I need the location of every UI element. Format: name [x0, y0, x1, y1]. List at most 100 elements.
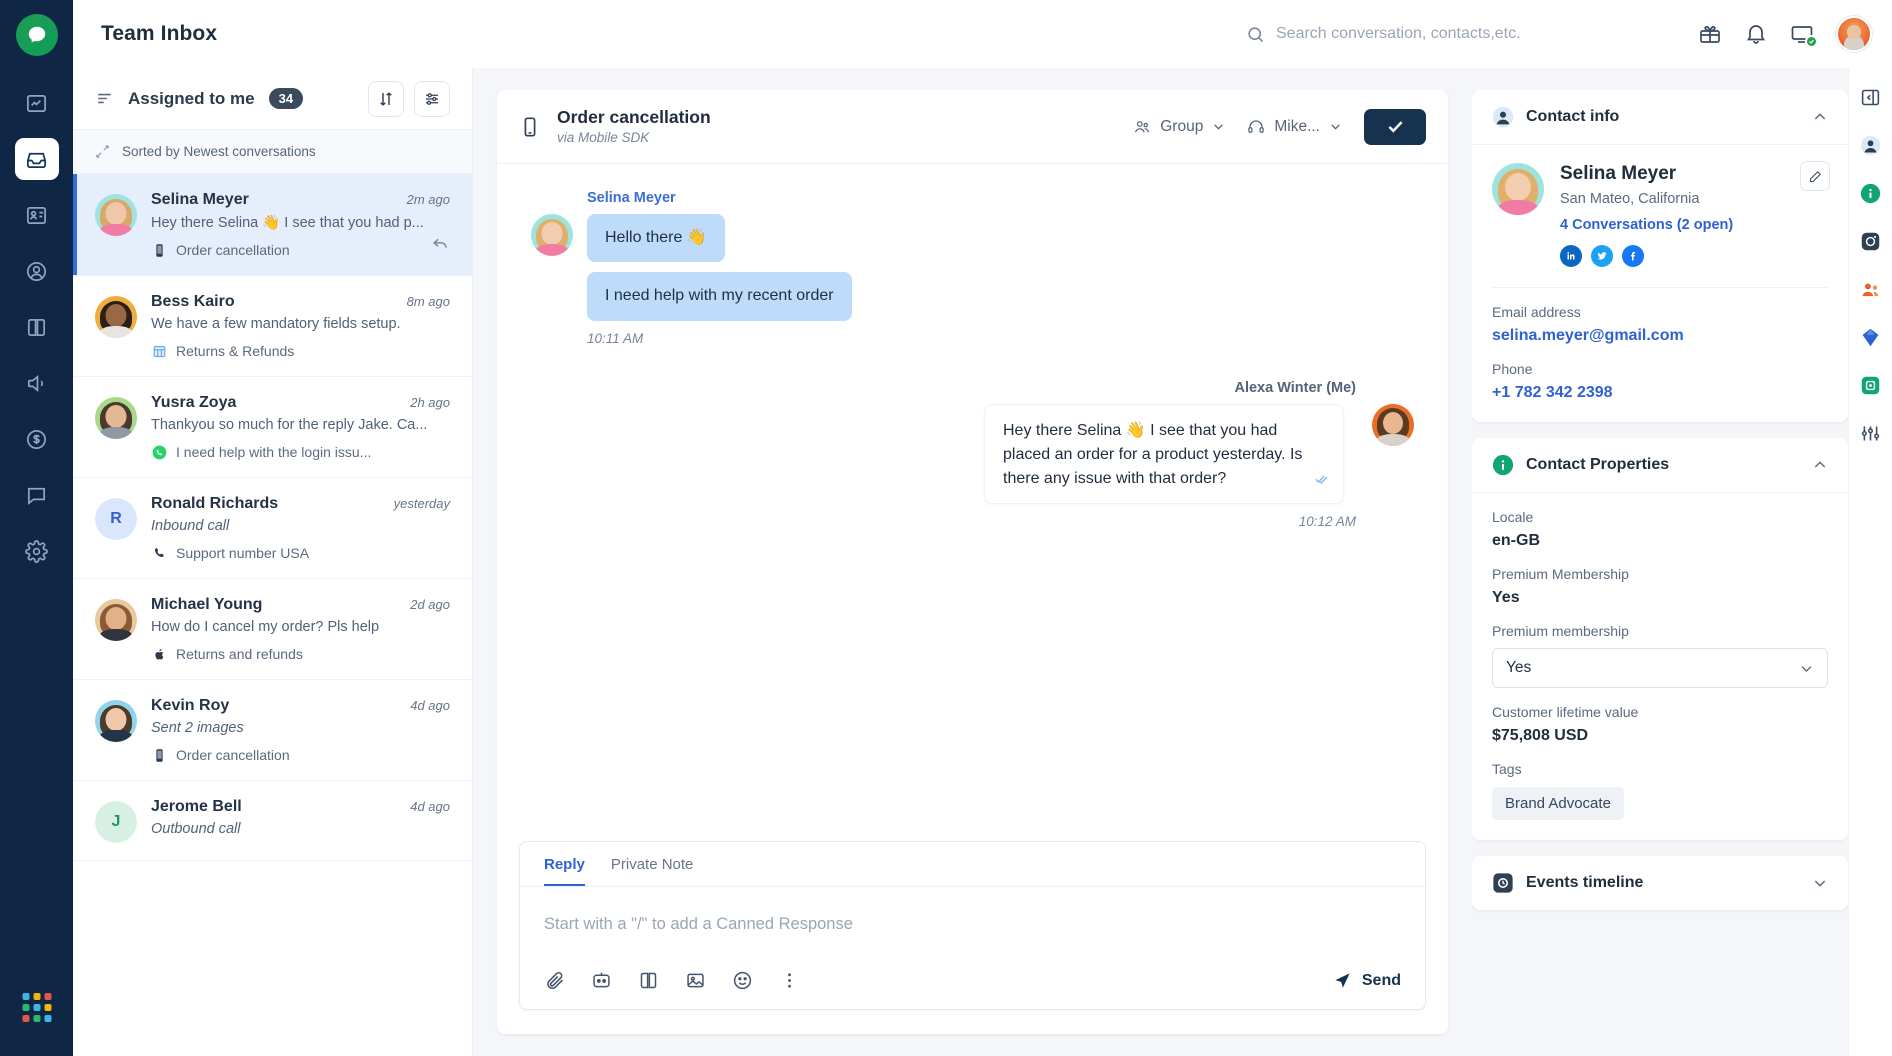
chevron-down-icon — [1214, 124, 1224, 130]
conversation-tag-label: Returns & Refunds — [176, 343, 295, 359]
phone-value[interactable]: +1 782 342 2398 — [1492, 384, 1828, 402]
conversation-list-header: Assigned to me 34 — [73, 68, 472, 130]
conversation-snippet: Sent 2 images — [151, 720, 244, 736]
image-icon[interactable] — [685, 970, 706, 991]
events-timeline-panel: Events timeline — [1472, 856, 1848, 910]
status-badge — [1805, 35, 1818, 48]
sidebar-item-billing[interactable] — [15, 418, 59, 460]
apps-grid-icon[interactable] — [22, 993, 51, 1022]
property-select[interactable]: Yes — [1492, 648, 1828, 688]
contact-icon[interactable] — [1858, 132, 1884, 158]
contact-conversations-link[interactable]: 4 Conversations (2 open) — [1560, 217, 1733, 233]
sidebar-item-contacts[interactable] — [15, 250, 59, 292]
conversation-tag: Order cancellation — [151, 747, 450, 763]
message-thread[interactable]: Selina Meyer Hello there 👋 I need help wit… — [497, 164, 1448, 841]
chevron-up-icon[interactable] — [1812, 109, 1828, 125]
sidebar-item-inbox[interactable] — [14, 138, 59, 180]
conversation-list-item[interactable]: Kevin Roy 4d ago Sent 2 images Order cancel… — [73, 680, 472, 781]
inbox-filter-label[interactable]: Assigned to me — [128, 89, 255, 109]
conversation-timestamp: 4d ago — [410, 698, 450, 713]
resolve-button[interactable] — [1364, 108, 1426, 145]
composer-input[interactable] — [520, 887, 1425, 964]
linkedin-icon[interactable] — [1560, 245, 1582, 267]
conversation-items[interactable]: Selina Meyer 2m ago Hey there Selina 👋 I s… — [73, 174, 472, 1056]
conversation-contact-name: Bess Kairo — [151, 293, 235, 310]
sidebar-item-campaigns[interactable] — [15, 362, 59, 404]
more-icon[interactable] — [779, 970, 800, 991]
property-field: Locale en-GB — [1472, 493, 1848, 550]
team-dropdown[interactable]: Group — [1133, 118, 1225, 136]
twitter-icon[interactable] — [1591, 245, 1613, 267]
phone-label: Phone — [1492, 361, 1533, 377]
app-icon[interactable] — [1858, 372, 1884, 398]
property-field: Customer lifetime value $75,808 USD — [1472, 688, 1848, 745]
gift-icon[interactable] — [1698, 22, 1722, 46]
info-icon[interactable] — [1858, 180, 1884, 206]
panel-collapse-icon[interactable] — [1858, 84, 1884, 110]
conversation-list-item[interactable]: Yusra Zoya 2h ago Thankyou so much for the… — [73, 377, 472, 478]
bell-icon[interactable] — [1744, 22, 1768, 46]
sidebar-item-settings[interactable] — [15, 530, 59, 572]
attachment-icon[interactable] — [544, 970, 565, 991]
search-box[interactable] — [1246, 25, 1676, 44]
contact-sidebar: Contact info Selina Meyer San Mateo, Cal… — [1472, 68, 1848, 1056]
facebook-icon[interactable] — [1622, 245, 1644, 267]
conversation-item-body: Ronald Richards yesterday Inbound call Supp… — [151, 495, 450, 561]
composer-tabs[interactable]: Reply Private Note — [520, 842, 1425, 887]
events-timeline-header[interactable]: Events timeline — [1472, 856, 1848, 910]
sidebar-item-knowledge-base[interactable] — [15, 306, 59, 348]
conversation-list-item[interactable]: Michael Young 2d ago How do I cancel my or… — [73, 579, 472, 680]
message-sender-name: Alexa Winter (Me) — [1234, 379, 1356, 396]
avatar-photo — [95, 397, 137, 439]
email-value[interactable]: selina.meyer@gmail.com — [1492, 327, 1828, 345]
conversation-timestamp: yesterday — [393, 496, 450, 511]
message-timestamp: 10:12 AM — [1298, 513, 1356, 529]
conversation-header: Order cancellation via Mobile SDK Group … — [497, 90, 1448, 164]
knowledge-icon[interactable] — [638, 970, 659, 991]
conversation-list-item[interactable]: R Ronald Richards yesterday Inbound call Sup… — [73, 478, 472, 579]
conversation-panel: Order cancellation via Mobile SDK Group … — [473, 68, 1472, 1056]
diamond-icon[interactable] — [1858, 324, 1884, 350]
bot-icon[interactable] — [591, 970, 612, 991]
pencil-icon[interactable] — [1800, 161, 1830, 191]
page-title: Team Inbox — [101, 22, 218, 45]
chevron-down-icon[interactable] — [1812, 875, 1828, 891]
emoji-icon[interactable] — [732, 970, 753, 991]
conversation-title: Order cancellation — [557, 106, 711, 127]
avatar — [531, 214, 573, 256]
conversation-list-item[interactable]: Selina Meyer 2m ago Hey there Selina 👋 I s… — [73, 174, 472, 276]
sidebar-item-chat[interactable] — [15, 474, 59, 516]
info-icon — [1492, 454, 1514, 476]
conversation-item-body: Jerome Bell 4d ago Outbound call — [151, 798, 450, 843]
sidebar-item-reports[interactable] — [15, 82, 59, 124]
contact-properties-header[interactable]: Contact Properties — [1472, 438, 1848, 493]
conversation-list-item[interactable]: J Jerome Bell 4d ago Outbound call — [73, 781, 472, 861]
app-logo[interactable] — [15, 14, 58, 56]
conversation-list-panel: Assigned to me 34 Sorted by Newest conve… — [73, 68, 473, 1056]
instagram-icon[interactable] — [1858, 228, 1884, 254]
conversation-contact-name: Selina Meyer — [151, 191, 249, 208]
conversation-snippet: Outbound call — [151, 821, 241, 837]
conversation-tag-label: Order cancellation — [176, 747, 290, 763]
app-root: Team Inbox Search conversation, contacts… — [0, 0, 1892, 1056]
tag-chip[interactable]: Brand Advocate — [1492, 787, 1624, 820]
conversation-tag: Support number USA — [151, 545, 450, 561]
contact-info-header[interactable]: Contact info — [1472, 90, 1848, 145]
filter-icon[interactable] — [414, 80, 450, 117]
people-icon[interactable] — [1858, 276, 1884, 302]
message-sender-name: Selina Meyer — [587, 190, 676, 206]
composer-tab-private-note[interactable]: Private Note — [611, 856, 694, 886]
sidebar-item-contact-cards[interactable] — [15, 194, 59, 236]
conversation-contact-name: Ronald Richards — [151, 495, 279, 512]
search-input[interactable] — [1276, 25, 1676, 43]
send-button[interactable]: Send — [1333, 971, 1401, 990]
agent-dropdown[interactable]: Mike... — [1247, 118, 1342, 136]
avatar-photo — [95, 194, 137, 236]
sliders-icon[interactable] — [1858, 420, 1884, 446]
screen-share-icon[interactable] — [1790, 22, 1818, 48]
sort-icon[interactable] — [368, 80, 404, 117]
chevron-up-icon[interactable] — [1812, 457, 1828, 473]
composer-tab-reply[interactable]: Reply — [544, 856, 585, 886]
avatar[interactable] — [1836, 16, 1872, 52]
conversation-list-item[interactable]: Bess Kairo 8m ago We have a few mandatory … — [73, 276, 472, 377]
